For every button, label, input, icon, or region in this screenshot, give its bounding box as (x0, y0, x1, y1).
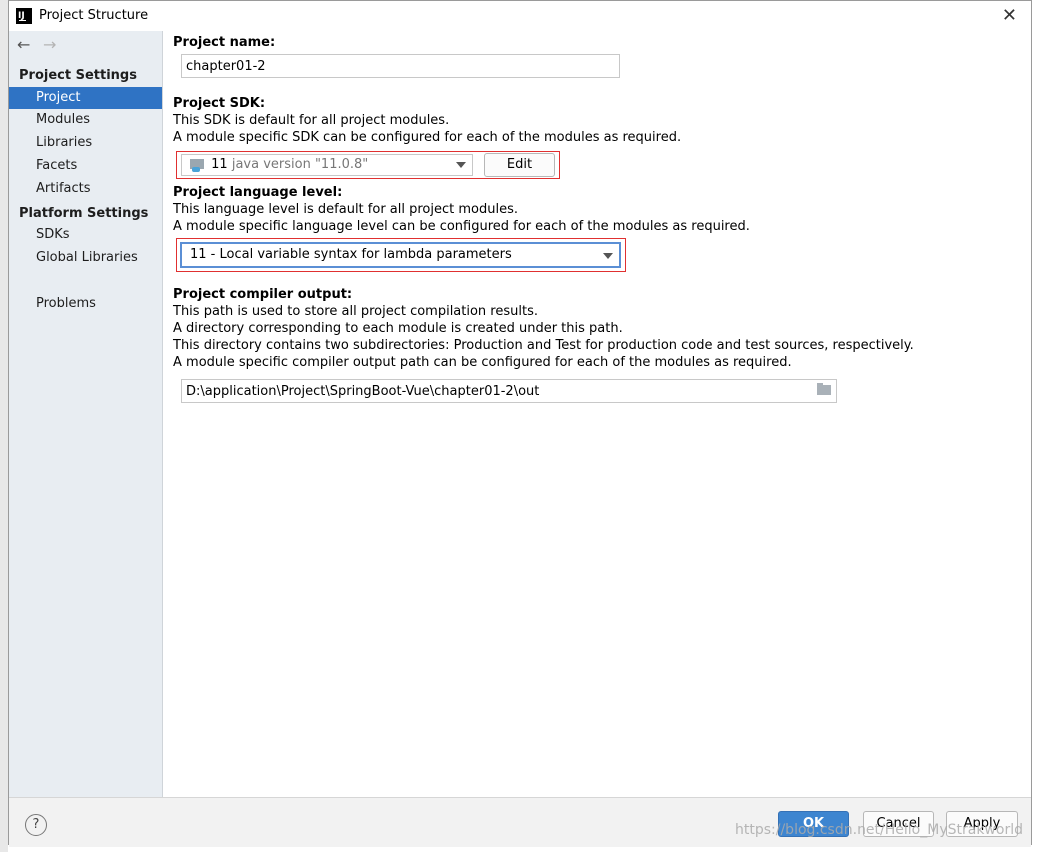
sdk-folder-icon (190, 159, 204, 172)
project-sdk-desc-1: This SDK is default for all project modu… (173, 113, 450, 128)
edit-sdk-button[interactable]: Edit (484, 153, 555, 177)
project-settings-panel: Project name: Project SDK: This SDK is d… (173, 31, 1031, 797)
project-sdk-desc-2: A module specific SDK can be configured … (173, 130, 682, 145)
background-window-left (0, 0, 8, 852)
close-icon[interactable]: ✕ (1002, 5, 1017, 26)
watermark: https://blog.csdn.net/Hello_MyStrakworld (735, 822, 1023, 838)
language-level-desc-1: This language level is default for all p… (173, 202, 518, 217)
title-bar: IJ Project Structure ✕ (9, 1, 1031, 31)
sidebar-item-facets[interactable]: Facets (9, 155, 162, 177)
project-name-label: Project name: (173, 35, 276, 50)
sidebar-item-global-libraries[interactable]: Global Libraries (9, 247, 162, 269)
browse-folder-icon[interactable] (817, 383, 831, 395)
project-structure-dialog: IJ Project Structure ✕ ← → Project Settin… (8, 0, 1032, 847)
section-heading-project-settings: Project Settings (19, 68, 137, 83)
window-title: Project Structure (39, 8, 149, 23)
sdk-dropdown[interactable]: 11 java version "11.0.8" (181, 154, 473, 176)
sdk-version: java version "11.0.8" (231, 157, 369, 172)
language-level-value: 11 - Local variable syntax for lambda pa… (190, 247, 512, 262)
language-level-label: Project language level: (173, 185, 343, 200)
compiler-output-label: Project compiler output: (173, 287, 353, 302)
chevron-down-icon (603, 253, 613, 259)
chevron-down-icon (456, 162, 466, 168)
sdk-number: 11 (211, 157, 228, 172)
project-sdk-label: Project SDK: (173, 96, 266, 111)
sidebar-item-project[interactable]: Project (9, 87, 162, 109)
compiler-output-desc-4: A module specific compiler output path c… (173, 355, 792, 370)
nav-arrows: ← → (17, 35, 69, 54)
sidebar: ← → Project Settings Project Modules Libr… (9, 31, 163, 797)
language-level-desc-2: A module specific language level can be … (173, 219, 750, 234)
sidebar-item-modules[interactable]: Modules (9, 109, 162, 131)
intellij-app-icon: IJ (16, 8, 32, 24)
help-button[interactable]: ? (25, 814, 47, 836)
project-name-input[interactable] (181, 54, 620, 78)
forward-arrow-icon[interactable]: → (43, 35, 69, 54)
back-arrow-icon[interactable]: ← (17, 35, 43, 54)
sidebar-item-libraries[interactable]: Libraries (9, 132, 162, 154)
compiler-output-desc-1: This path is used to store all project c… (173, 304, 538, 319)
background-window-right (1032, 0, 1040, 852)
section-heading-platform-settings: Platform Settings (19, 206, 149, 221)
sidebar-item-sdks[interactable]: SDKs (9, 224, 162, 246)
language-level-dropdown[interactable]: 11 - Local variable syntax for lambda pa… (180, 242, 621, 268)
sidebar-item-artifacts[interactable]: Artifacts (9, 178, 162, 200)
compiler-output-path-input[interactable] (181, 379, 837, 403)
compiler-output-desc-3: This directory contains two subdirectori… (173, 338, 914, 353)
compiler-output-desc-2: A directory corresponding to each module… (173, 321, 623, 336)
compiler-output-field (181, 379, 837, 403)
sidebar-item-problems[interactable]: Problems (9, 293, 162, 315)
